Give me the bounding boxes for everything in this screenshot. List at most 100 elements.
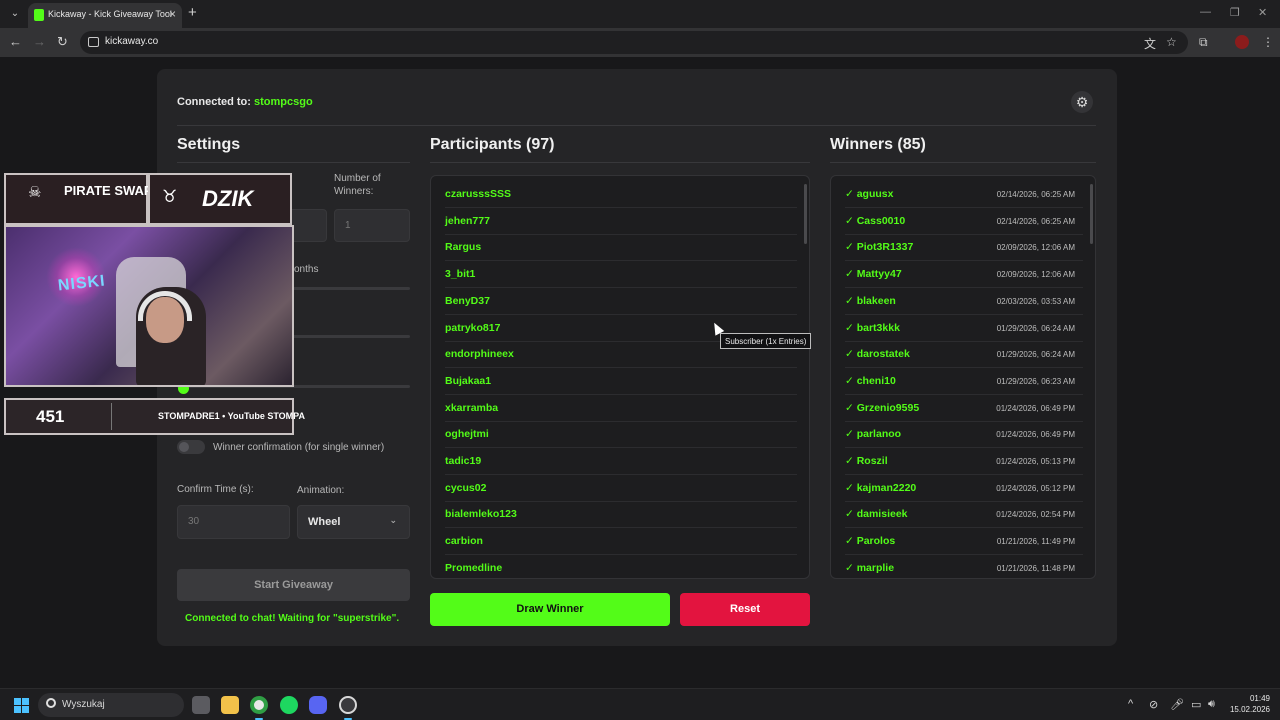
winner-name: ✓ Mattyy47 — [845, 268, 902, 280]
participant-row[interactable]: Bujakaa1 — [445, 368, 797, 395]
winner-row[interactable]: ✓ blakeen 02/03/2026, 03:53 AM — [845, 288, 1083, 315]
participant-name: bialemleko123 — [445, 508, 517, 521]
participant-row[interactable]: cycus02 — [445, 475, 797, 502]
number-of-winners-input[interactable]: 1 — [334, 209, 410, 242]
winner-row[interactable]: ✓ cheni10 01/29/2026, 06:23 AM — [845, 368, 1083, 395]
participant-row[interactable]: bialemleko123 — [445, 501, 797, 529]
participants-title: Participants (97) — [430, 136, 555, 153]
participant-row[interactable]: czarusssSSS — [445, 181, 797, 208]
participant-row[interactable]: Promedline — [445, 555, 797, 578]
spotify-icon[interactable] — [280, 696, 298, 714]
winner-row[interactable]: ✓ Piot3R1337 02/09/2026, 12:06 AM — [845, 234, 1083, 262]
participant-row[interactable]: Rargus — [445, 234, 797, 262]
animation-label: Animation: — [297, 485, 345, 496]
participant-row[interactable]: BenyD37 — [445, 288, 797, 315]
taskbar-clock[interactable]: 01:49 15.02.2026 — [1226, 693, 1270, 715]
browser-tab[interactable]: Kickaway - Kick Giveaway Tool × — [28, 3, 182, 28]
volume-icon[interactable]: 🔊︎ — [1208, 698, 1215, 711]
participants-scrollbar[interactable] — [804, 184, 807, 244]
winner-row[interactable]: ✓ darostatek 01/29/2026, 06:24 AM — [845, 341, 1083, 369]
winner-row[interactable]: ✓ Grzenio9595 01/24/2026, 06:49 PM — [845, 395, 1083, 422]
extensions-icon[interactable]: ⧉ — [1199, 35, 1208, 50]
winner-row[interactable]: ✓ Mattyy47 02/09/2026, 12:06 AM — [845, 261, 1083, 289]
participant-name: oghejtmi — [445, 428, 489, 441]
network-off-icon[interactable]: ⊘ — [1149, 698, 1158, 711]
checkmark-icon: ✓ — [845, 214, 857, 227]
translate-icon[interactable]: 文 — [1144, 35, 1156, 52]
winner-row[interactable]: ✓ parlanoo 01/24/2026, 06:49 PM — [845, 421, 1083, 449]
profile-avatar[interactable] — [1235, 35, 1249, 49]
close-window-icon[interactable]: ✕ — [1258, 6, 1267, 19]
winner-name-text: cheni10 — [856, 374, 896, 387]
divider — [430, 162, 810, 163]
forward-icon[interactable]: → — [33, 34, 46, 49]
discord-icon[interactable] — [309, 696, 327, 714]
display-icon[interactable]: ▭ — [1191, 698, 1201, 711]
settings-gear-icon[interactable]: ⚙ — [1071, 91, 1093, 113]
clock-date: 15.02.2026 — [1229, 705, 1270, 714]
restore-icon[interactable]: ❐ — [1230, 6, 1240, 19]
minimize-icon[interactable]: — — [1200, 6, 1211, 18]
winner-row[interactable]: ✓ Roszil 01/24/2026, 05:13 PM — [845, 448, 1083, 475]
url-field[interactable]: kickaway.co — [80, 31, 1188, 54]
file-explorer-icon[interactable] — [221, 696, 239, 714]
winners-list[interactable]: ✓ aguusx 02/14/2026, 06:25 AM ✓ Cass0010 02… — [830, 175, 1096, 579]
winner-date: 01/24/2026, 05:12 PM — [996, 483, 1075, 493]
reload-icon[interactable]: ↻ — [57, 34, 68, 50]
winner-row[interactable]: ✓ marplie 01/21/2026, 11:48 PM — [845, 555, 1083, 578]
close-tab-icon[interactable]: × — [169, 7, 176, 21]
checkmark-icon: ✓ — [845, 561, 857, 574]
taskbar-search[interactable]: Wyszukaj — [38, 693, 184, 717]
winner-row[interactable]: ✓ aguusx 02/14/2026, 06:25 AM — [845, 181, 1083, 208]
animation-value: Wheel — [308, 516, 341, 528]
dzik-sponsor-banner: ♉ DZIK — [148, 173, 292, 225]
winner-confirmation-toggle[interactable] — [177, 440, 205, 454]
winner-date: 02/09/2026, 12:06 AM — [996, 243, 1075, 253]
microphone-icon[interactable]: 🎤︎ — [1170, 698, 1184, 711]
participant-name: BenyD37 — [445, 294, 490, 307]
new-tab-icon[interactable]: + — [188, 4, 197, 21]
participant-row[interactable]: tadic19 — [445, 448, 797, 475]
draw-winner-button[interactable]: Draw Winner — [430, 593, 670, 626]
bookmark-star-icon[interactable]: ☆ — [1166, 35, 1177, 49]
site-info-icon[interactable] — [88, 37, 99, 47]
checkmark-icon: ✓ — [845, 481, 857, 494]
checkmark-icon: ✓ — [845, 294, 857, 307]
task-view-icon[interactable] — [192, 696, 210, 714]
reset-button[interactable]: Reset — [680, 593, 810, 626]
winner-name: ✓ parlanoo — [845, 428, 901, 440]
participant-row[interactable]: xkarramba — [445, 395, 797, 422]
viewer-count: 451 — [36, 407, 65, 426]
tray-chevron-icon[interactable]: ^ — [1128, 698, 1133, 710]
obs-icon[interactable] — [339, 696, 357, 714]
participants-list[interactable]: czarusssSSS jehen777 Rargus 3_bit1 BenyD37 pa… — [430, 175, 810, 579]
participant-row[interactable]: 3_bit1 — [445, 261, 797, 289]
participant-name: Promedline — [445, 561, 503, 574]
start-giveaway-button[interactable]: Start Giveaway — [177, 569, 410, 601]
address-bar: ← → ↻ kickaway.co 文 ☆ ⧉ ⋮ — [0, 28, 1280, 57]
back-icon[interactable]: ← — [9, 34, 22, 49]
browser-menu-icon[interactable]: ⋮ — [1262, 35, 1274, 49]
winner-row[interactable]: ✓ kajman2220 01/24/2026, 05:12 PM — [845, 475, 1083, 502]
participant-name: carbion — [445, 535, 483, 548]
tab-search-icon[interactable]: ⌄ — [6, 5, 24, 23]
participant-row[interactable]: oghejtmi — [445, 421, 797, 449]
url-text: kickaway.co — [105, 36, 159, 47]
winner-row[interactable]: ✓ Cass0010 02/14/2026, 06:25 AM — [845, 208, 1083, 235]
checkmark-icon: ✓ — [845, 455, 857, 467]
winner-row[interactable]: ✓ Parolos 01/21/2026, 11:49 PM — [845, 528, 1083, 556]
sponsor-2-text: DZIK — [202, 186, 254, 211]
winner-name: ✓ Parolos — [845, 535, 895, 547]
winner-name-text: marplie — [856, 561, 895, 574]
confirm-time-label: Confirm Time (s): — [177, 484, 254, 495]
participant-row[interactable]: carbion — [445, 528, 797, 556]
chrome-icon[interactable] — [250, 696, 268, 714]
participant-name: tadic19 — [445, 455, 482, 467]
confirm-time-input[interactable]: 30 — [177, 505, 290, 539]
winner-row[interactable]: ✓ bart3kkk 01/29/2026, 06:24 AM — [845, 315, 1083, 342]
windows-start-icon[interactable] — [14, 698, 29, 713]
animation-select[interactable]: Wheel ⌄ — [297, 505, 410, 539]
participant-row[interactable]: jehen777 — [445, 208, 797, 235]
winner-row[interactable]: ✓ damisieek 01/24/2026, 02:54 PM — [845, 501, 1083, 529]
winners-scrollbar[interactable] — [1090, 184, 1093, 244]
